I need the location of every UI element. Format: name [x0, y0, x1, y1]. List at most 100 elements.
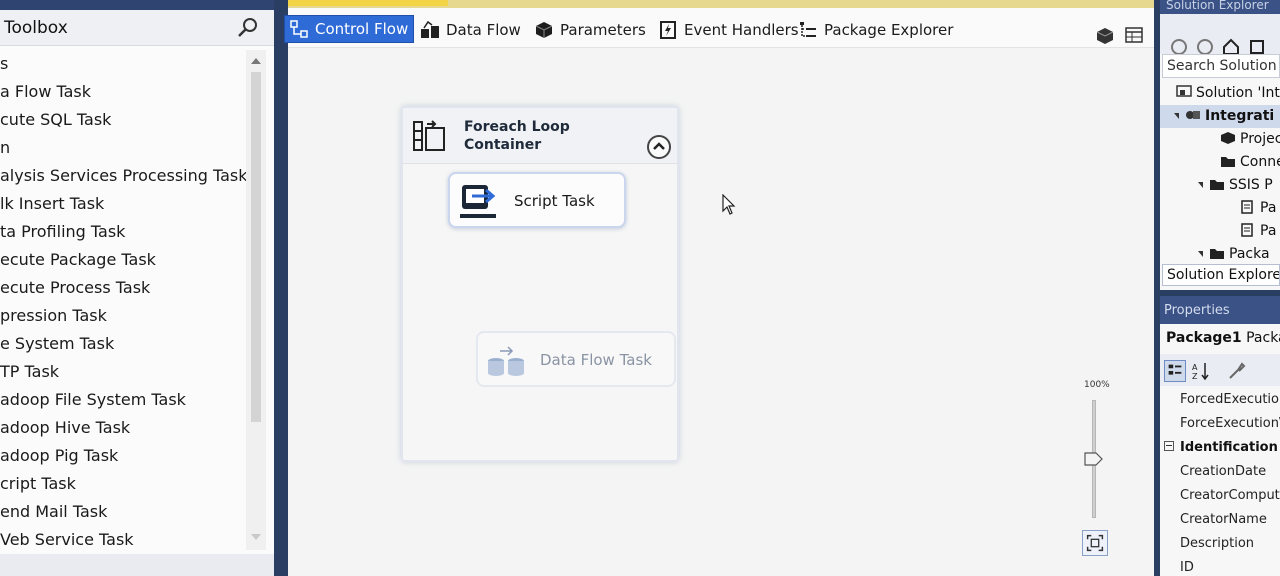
solution-explorer-title: Solution Explorer: [1160, 0, 1280, 14]
scroll-down-icon[interactable]: [251, 534, 261, 540]
tab-package-explorer[interactable]: Package Explorer: [798, 16, 953, 44]
expand-arrow-icon[interactable]: [1174, 113, 1179, 119]
toolbox-item[interactable]: adoop File System Task: [0, 386, 246, 414]
design-surface[interactable]: Foreach Loop Container Script Task Data …: [288, 48, 1154, 576]
tab-data-flow[interactable]: Data Flow: [420, 16, 521, 44]
toolbox-item[interactable]: lk Insert Task: [0, 190, 246, 218]
toolbox-item[interactable]: n: [0, 134, 246, 162]
tree-item-label: SSIS P: [1229, 177, 1273, 193]
control-flow-icon: [290, 20, 308, 38]
data-flow-task-node[interactable]: Data Flow Task: [476, 331, 676, 387]
toolbox-bottom-strip: [0, 554, 274, 576]
params-icon: [1221, 132, 1235, 144]
zoom-to-fit-icon[interactable]: [1082, 530, 1108, 556]
toolbox-item[interactable]: ta Profiling Task: [0, 218, 246, 246]
tree-item-label: Integrati: [1205, 108, 1275, 124]
package-file-icon: [1241, 200, 1253, 214]
toolbox-item[interactable]: pression Task: [0, 302, 246, 330]
object-type: Packag: [1246, 330, 1280, 346]
alphabetical-icon[interactable]: AZ: [1190, 360, 1212, 382]
categorized-icon[interactable]: [1164, 360, 1186, 382]
property-row[interactable]: Description: [1160, 532, 1280, 556]
package-icon[interactable]: [1096, 27, 1114, 45]
expand-arrow-icon[interactable]: [1198, 182, 1203, 188]
tree-item[interactable]: Pa: [1160, 220, 1280, 243]
toolbox-header: Toolbox: [0, 10, 274, 46]
script-task-node[interactable]: Script Task: [448, 172, 626, 228]
toolbox-item[interactable]: ecute Process Task: [0, 274, 246, 302]
toolbox-item[interactable]: alysis Services Processing Task: [0, 162, 246, 190]
properties-toolbar: AZ: [1160, 354, 1280, 386]
tree-item[interactable]: Packa: [1160, 243, 1280, 266]
property-row[interactable]: ID: [1160, 556, 1280, 576]
toolbox-title: Toolbox: [4, 18, 68, 38]
zoom-slider-thumb[interactable]: [1084, 452, 1104, 466]
mouse-cursor-icon: [722, 194, 736, 215]
variables-grid-icon[interactable]: [1124, 25, 1144, 45]
expand-arrow-icon[interactable]: [1198, 251, 1203, 257]
toolbox-list: s a Flow Task cute SQL Task n alysis Ser…: [0, 50, 246, 554]
solution-tree: Solution 'Inte Integrati Projec Conne SS…: [1160, 82, 1280, 266]
property-category[interactable]: Identification: [1160, 436, 1280, 460]
tree-item[interactable]: Integrati: [1160, 105, 1280, 128]
toolbox-item[interactable]: TP Task: [0, 358, 246, 386]
property-row[interactable]: ForcedExecution: [1160, 388, 1280, 412]
toolbox-item[interactable]: cript Task: [0, 470, 246, 498]
toolbox-item[interactable]: adoop Hive Task: [0, 414, 246, 442]
zoom-level-label: 100%: [1084, 380, 1110, 390]
property-row[interactable]: ForceExecution\: [1160, 412, 1280, 436]
collapse-box-icon[interactable]: [1164, 441, 1174, 451]
search-icon[interactable]: [236, 16, 260, 40]
toolbox-item[interactable]: cute SQL Task: [0, 106, 246, 134]
properties-grid: ForcedExecution ForceExecution\ Identifi…: [1160, 388, 1280, 576]
properties-panel: Properties Package1 Packag AZ ForcedExec…: [1160, 296, 1280, 576]
toolbox-item[interactable]: e System Task: [0, 330, 246, 358]
toolbox-item[interactable]: Veb Service Task: [0, 526, 246, 554]
tree-item-label: Pa: [1260, 223, 1277, 239]
tree-item[interactable]: Projec: [1160, 128, 1280, 151]
document-tab-strip: [288, 0, 1154, 8]
tree-item[interactable]: Pa: [1160, 197, 1280, 220]
scroll-up-icon[interactable]: [251, 58, 261, 64]
solution-search-input[interactable]: Search Solution Ex: [1162, 54, 1280, 78]
category-label: Identification: [1180, 440, 1278, 455]
tab-event-handlers[interactable]: Event Handlers: [658, 16, 799, 44]
toolbox-item[interactable]: end Mail Task: [0, 498, 246, 526]
tree-item-label: Solution 'Inte: [1196, 85, 1280, 101]
tree-item[interactable]: SSIS P: [1160, 174, 1280, 197]
folder-icon: [1210, 180, 1224, 190]
tree-item-label: Conne: [1240, 154, 1280, 170]
toolbox-item[interactable]: a Flow Task: [0, 78, 246, 106]
toolbox-item[interactable]: ecute Package Task: [0, 246, 246, 274]
scroll-thumb[interactable]: [251, 72, 261, 422]
solution-explorer-tab[interactable]: Solution Explorer: [1162, 264, 1280, 286]
svg-text:Z: Z: [1192, 372, 1198, 381]
folder-icon: [1210, 249, 1224, 259]
document-tab[interactable]: [288, 0, 448, 6]
tab-parameters[interactable]: Parameters: [534, 16, 646, 44]
script-task-label: Script Task: [514, 192, 595, 210]
property-pages-icon[interactable]: [1226, 360, 1248, 382]
properties-object-selector[interactable]: Package1 Packag: [1166, 330, 1280, 346]
toolbox-panel: Toolbox s a Flow Task cute SQL Task n al…: [0, 0, 274, 576]
toolbox-item[interactable]: adoop Pig Task: [0, 442, 246, 470]
property-row[interactable]: CreationDate: [1160, 460, 1280, 484]
package-designer: Control Flow Data Flow Parameters Event …: [284, 0, 1154, 576]
property-row[interactable]: CreatorComput: [1160, 484, 1280, 508]
data-flow-task-icon: [488, 346, 524, 376]
tree-item[interactable]: Solution 'Inte: [1160, 82, 1280, 105]
property-row[interactable]: CreatorName: [1160, 508, 1280, 532]
object-name: Package1: [1166, 330, 1242, 346]
toolbox-scrollbar[interactable]: [246, 50, 266, 550]
foreach-loop-container[interactable]: Foreach Loop Container: [401, 106, 679, 462]
tree-item-label: Packa: [1229, 246, 1270, 262]
tab-control-flow[interactable]: Control Flow: [284, 15, 414, 43]
data-flow-task-label: Data Flow Task: [540, 351, 652, 369]
toolbox-item[interactable]: s: [0, 50, 246, 78]
panel-splitter[interactable]: [274, 0, 288, 576]
collapse-chevron-icon[interactable]: [647, 135, 671, 159]
container-title-line: Container: [464, 137, 542, 153]
toolbox-titlebar: [0, 0, 274, 10]
tree-item[interactable]: Conne: [1160, 151, 1280, 174]
properties-title: Properties: [1160, 296, 1280, 324]
